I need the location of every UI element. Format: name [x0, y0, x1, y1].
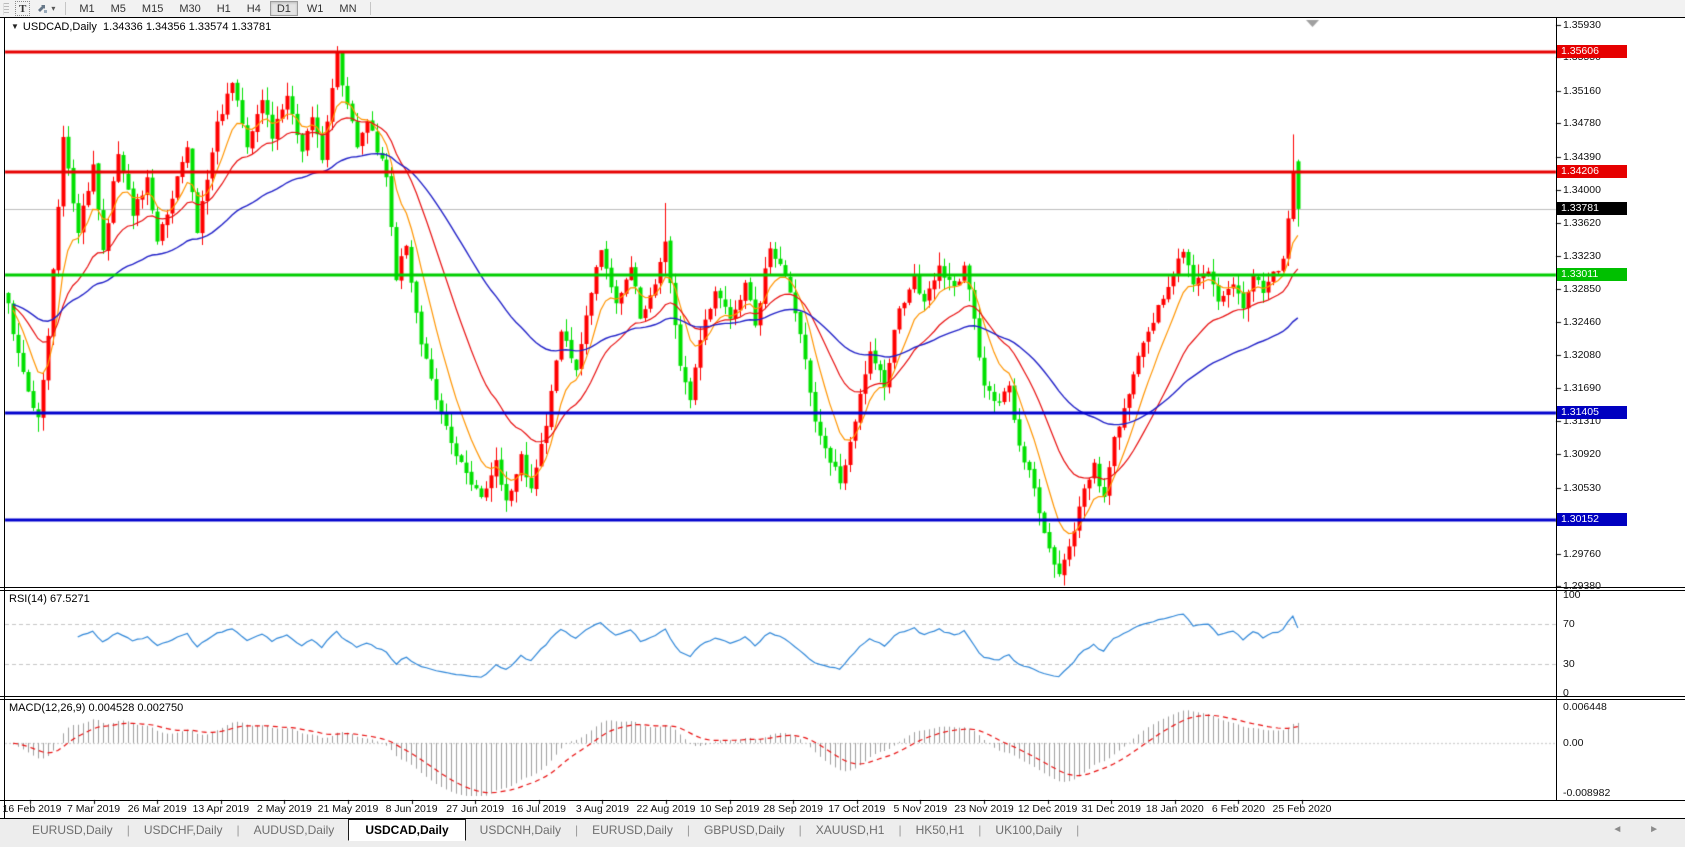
date-axis-label: 13 Apr 2019 — [192, 803, 250, 815]
price-level-label: 1.30152 — [1557, 512, 1627, 526]
price-axis-tick: 1.32460 — [1563, 316, 1601, 329]
date-axis-label: 26 Mar 2019 — [127, 803, 187, 815]
price-axis-tick: 1.30530 — [1563, 481, 1601, 494]
date-axis-label: 21 May 2019 — [317, 803, 379, 815]
tab-scroll-right-icon[interactable]: ► — [1649, 824, 1671, 835]
date-axis-label: 8 Jun 2019 — [385, 803, 438, 815]
date-axis-label: 23 Nov 2019 — [954, 803, 1014, 815]
ohlc-close: 1.33781 — [231, 21, 272, 33]
ohlc-open: 1.34336 — [103, 21, 143, 33]
price-axis-tick: 1.35930 — [1563, 18, 1601, 31]
rsi-splitter[interactable] — [0, 590, 1685, 591]
date-axis-label: 22 Aug 2019 — [636, 803, 696, 815]
price-axis-tick: 1.32080 — [1563, 348, 1601, 361]
tab-scroll-left-icon[interactable]: ◄ — [1612, 824, 1634, 835]
mt4-window: T ▾ M1M5M15M30H1H4D1W1MN ▼USDCAD,Daily 1… — [0, 0, 1685, 847]
price-axis-tick: 1.34000 — [1563, 184, 1601, 197]
tab-audusd-daily[interactable]: AUDUSD,Daily — [240, 820, 349, 840]
price-axis-tick: 1.31690 — [1563, 382, 1601, 395]
macd-label: MACD(12,26,9) 0.004528 0.002750 — [9, 702, 184, 714]
macd-axis-tick: 0.00 — [1563, 736, 1584, 749]
price-axis-tick: 1.29760 — [1563, 547, 1601, 560]
date-axis-label: 6 Feb 2020 — [1211, 803, 1265, 815]
price-axis-tick: 1.33620 — [1563, 216, 1601, 229]
tab-usdcnh-daily[interactable]: USDCNH,Daily — [466, 820, 575, 840]
tab-eurusd-daily[interactable]: EURUSD,Daily — [18, 820, 127, 840]
date-axis-label: 5 Nov 2019 — [893, 803, 948, 815]
date-axis-label: 16 Jul 2019 — [511, 803, 566, 815]
price-level-label: 1.35606 — [1557, 45, 1627, 59]
tab-navigation: ◄ ► — [1612, 824, 1671, 835]
tab-eurusd-daily[interactable]: EURUSD,Daily — [578, 820, 687, 840]
tab-separator: | — [1076, 823, 1080, 837]
price-axis-tick: 1.30920 — [1563, 448, 1601, 461]
price-level-label: 1.34206 — [1557, 165, 1627, 179]
price-chart-canvas[interactable] — [0, 0, 1685, 847]
ohlc-low: 1.33574 — [188, 21, 229, 33]
macd-splitter[interactable] — [0, 699, 1685, 700]
price-level-label: 1.33011 — [1557, 267, 1627, 281]
symbol-tabs: EURUSD,Daily | USDCHF,Daily | AUDUSD,Daily US… — [18, 819, 1079, 841]
macd-axis-tick: -0.008982 — [1563, 787, 1611, 799]
tab-usdchf-daily[interactable]: USDCHF,Daily — [130, 820, 237, 840]
price-axis-tick: 1.35160 — [1563, 84, 1601, 97]
date-axis-label: 18 Jan 2020 — [1145, 803, 1204, 815]
date-axis-label: 3 Aug 2019 — [575, 803, 629, 815]
price-axis-tick: 1.32850 — [1563, 282, 1601, 295]
date-axis-label: 12 Dec 2019 — [1017, 803, 1078, 815]
tab-uk100-daily[interactable]: UK100,Daily — [981, 820, 1076, 840]
date-axis-label: 31 Dec 2019 — [1081, 803, 1141, 815]
tab-usdcad-daily[interactable]: USDCAD,Daily — [348, 819, 466, 841]
date-axis-label: 7 Mar 2019 — [67, 803, 121, 815]
date-axis-label: 28 Sep 2019 — [763, 803, 823, 815]
date-axis-label: 2 May 2019 — [256, 803, 312, 815]
tab-gbpusd-daily[interactable]: GBPUSD,Daily — [690, 820, 799, 840]
date-axis-label: 10 Sep 2019 — [699, 803, 760, 815]
ohlc-high: 1.34356 — [145, 21, 186, 33]
chart-top-border — [0, 17, 1685, 18]
tab-xauusd-h1[interactable]: XAUUSD,H1 — [802, 820, 899, 840]
macd-splitter[interactable] — [0, 696, 1685, 697]
price-axis-tick: 1.34780 — [1563, 117, 1601, 130]
rsi-axis-tick: 100 — [1563, 589, 1581, 601]
date-axis-label: 27 Jun 2019 — [446, 803, 505, 815]
price-axis-tick: 1.33230 — [1563, 250, 1601, 263]
date-axis-label: 16 Feb 2019 — [2, 803, 62, 815]
collapse-icon[interactable]: ▼ — [11, 22, 19, 31]
rsi-label: RSI(14) 67.5271 — [9, 593, 90, 605]
chart-left-border — [4, 17, 5, 818]
symbol-label: USDCAD,Daily — [22, 21, 97, 33]
rsi-axis-tick: 70 — [1563, 618, 1575, 631]
price-level-label: 1.31405 — [1557, 405, 1627, 419]
rsi-splitter[interactable] — [0, 587, 1685, 588]
date-axis-label: 25 Feb 2020 — [1272, 803, 1332, 815]
symbol-tab-bar: EURUSD,Daily | USDCHF,Daily | AUDUSD,Daily US… — [0, 819, 1685, 847]
date-axis-border — [0, 800, 1685, 801]
chart-header: ▼ USDCAD,Daily 1.34336 1.34356 1.33574 1.… — [11, 21, 271, 33]
price-level-label: 1.33781 — [1557, 201, 1627, 215]
price-axis-tick: 1.34390 — [1563, 150, 1601, 163]
date-axis-label: 17 Oct 2019 — [828, 803, 886, 815]
tab-hk50-h1[interactable]: HK50,H1 — [902, 820, 979, 840]
rsi-axis-tick: 0 — [1563, 687, 1569, 699]
macd-axis-tick: 0.006448 — [1563, 701, 1607, 713]
rsi-axis-tick: 30 — [1563, 657, 1575, 670]
